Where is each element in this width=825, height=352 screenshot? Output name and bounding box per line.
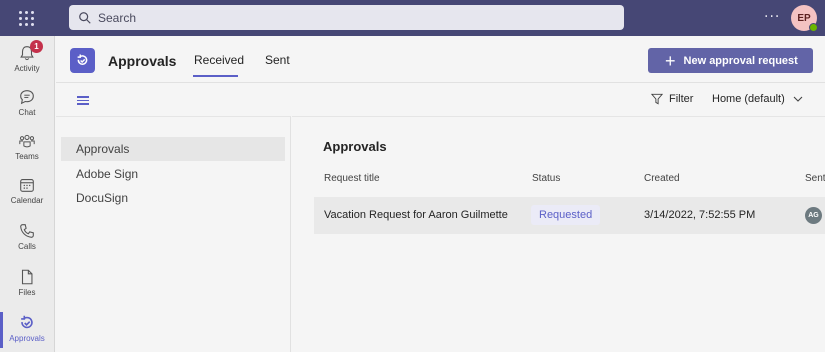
rail-item-chat[interactable]: Chat	[0, 82, 54, 126]
new-approval-request-button[interactable]: + New approval request	[648, 48, 813, 73]
sidebar-item-docusign[interactable]: DocuSign	[61, 186, 285, 210]
column-header-created[interactable]: Created	[644, 173, 680, 184]
more-options-button[interactable]: ···	[764, 9, 780, 25]
request-title-cell: Vacation Request for Aaron Guilmette	[324, 209, 508, 221]
approvals-app-icon	[70, 48, 95, 73]
rail-item-approvals[interactable]: Approvals	[0, 308, 54, 352]
activity-badge: 1	[30, 40, 43, 53]
filter-button[interactable]: Filter	[651, 93, 693, 105]
tab-received[interactable]: Received	[194, 53, 244, 67]
search-placeholder: Search	[98, 10, 137, 25]
rail-label-approvals: Approvals	[9, 334, 45, 343]
column-header-request-title[interactable]: Request title	[324, 173, 380, 184]
rail-label-calendar: Calendar	[10, 196, 44, 205]
chat-icon	[20, 90, 34, 105]
rail-label-activity: Activity	[14, 64, 40, 73]
plus-icon: +	[665, 50, 676, 71]
column-header-sent[interactable]: Sent	[805, 173, 825, 184]
sidebar-item-approvals[interactable]: Approvals	[61, 137, 285, 161]
filter-icon	[651, 93, 663, 105]
column-header-status[interactable]: Status	[532, 173, 560, 184]
file-icon	[21, 269, 33, 285]
tab-sent[interactable]: Sent	[265, 53, 290, 67]
rail-label-files: Files	[18, 288, 36, 297]
app-launcher-icon[interactable]	[16, 8, 36, 28]
search-input[interactable]: Search	[69, 5, 624, 30]
user-avatar[interactable]: EP	[791, 5, 818, 32]
sender-avatar: AG	[805, 207, 822, 224]
rail-item-teams[interactable]: Teams	[0, 126, 54, 170]
app-title: Approvals	[108, 53, 177, 69]
approvals-icon	[21, 315, 33, 329]
toolbar: Filter Home (default)	[56, 84, 825, 116]
view-dropdown[interactable]: Home (default)	[712, 93, 803, 105]
rail-item-files[interactable]: Files	[0, 262, 54, 306]
rail-item-calls[interactable]: Calls	[0, 216, 54, 260]
app-header: Approvals Received Sent + New approval r…	[56, 36, 825, 83]
new-approval-request-label: New approval request	[683, 54, 798, 67]
teams-icon	[19, 134, 35, 148]
user-initials: EP	[797, 12, 811, 24]
table-row[interactable]: Vacation Request for Aaron Guilmette Req…	[314, 197, 825, 234]
rail-item-calendar[interactable]: Calendar	[0, 170, 54, 214]
chevron-down-icon	[793, 96, 803, 102]
created-cell: 3/14/2022, 7:52:55 PM	[644, 209, 756, 221]
list-title: Approvals	[323, 139, 387, 154]
rail-label-teams: Teams	[15, 152, 39, 161]
view-dropdown-label: Home (default)	[712, 93, 785, 105]
search-icon	[79, 11, 91, 24]
active-indicator	[0, 312, 3, 348]
rail-item-activity[interactable]: 1 Activity	[0, 38, 54, 82]
rail-label-calls: Calls	[18, 242, 36, 251]
tab-active-underline	[193, 75, 238, 77]
app-rail: 1 Activity Chat Teams Calendar Calls Fil…	[0, 36, 55, 352]
phone-icon	[20, 224, 34, 238]
calendar-icon	[20, 179, 34, 192]
rail-label-chat: Chat	[18, 108, 36, 117]
approvals-list-panel: Approvals Request title Status Created S…	[292, 116, 825, 352]
hamburger-menu-icon[interactable]	[77, 96, 89, 105]
approvals-sidebar: Approvals Adobe Sign DocuSign	[56, 116, 291, 352]
status-badge: Requested	[531, 205, 601, 225]
sidebar-item-adobe-sign[interactable]: Adobe Sign	[61, 162, 285, 186]
filter-label: Filter	[669, 93, 694, 105]
presence-indicator	[809, 23, 818, 32]
top-bar: Search ··· EP	[0, 0, 825, 36]
